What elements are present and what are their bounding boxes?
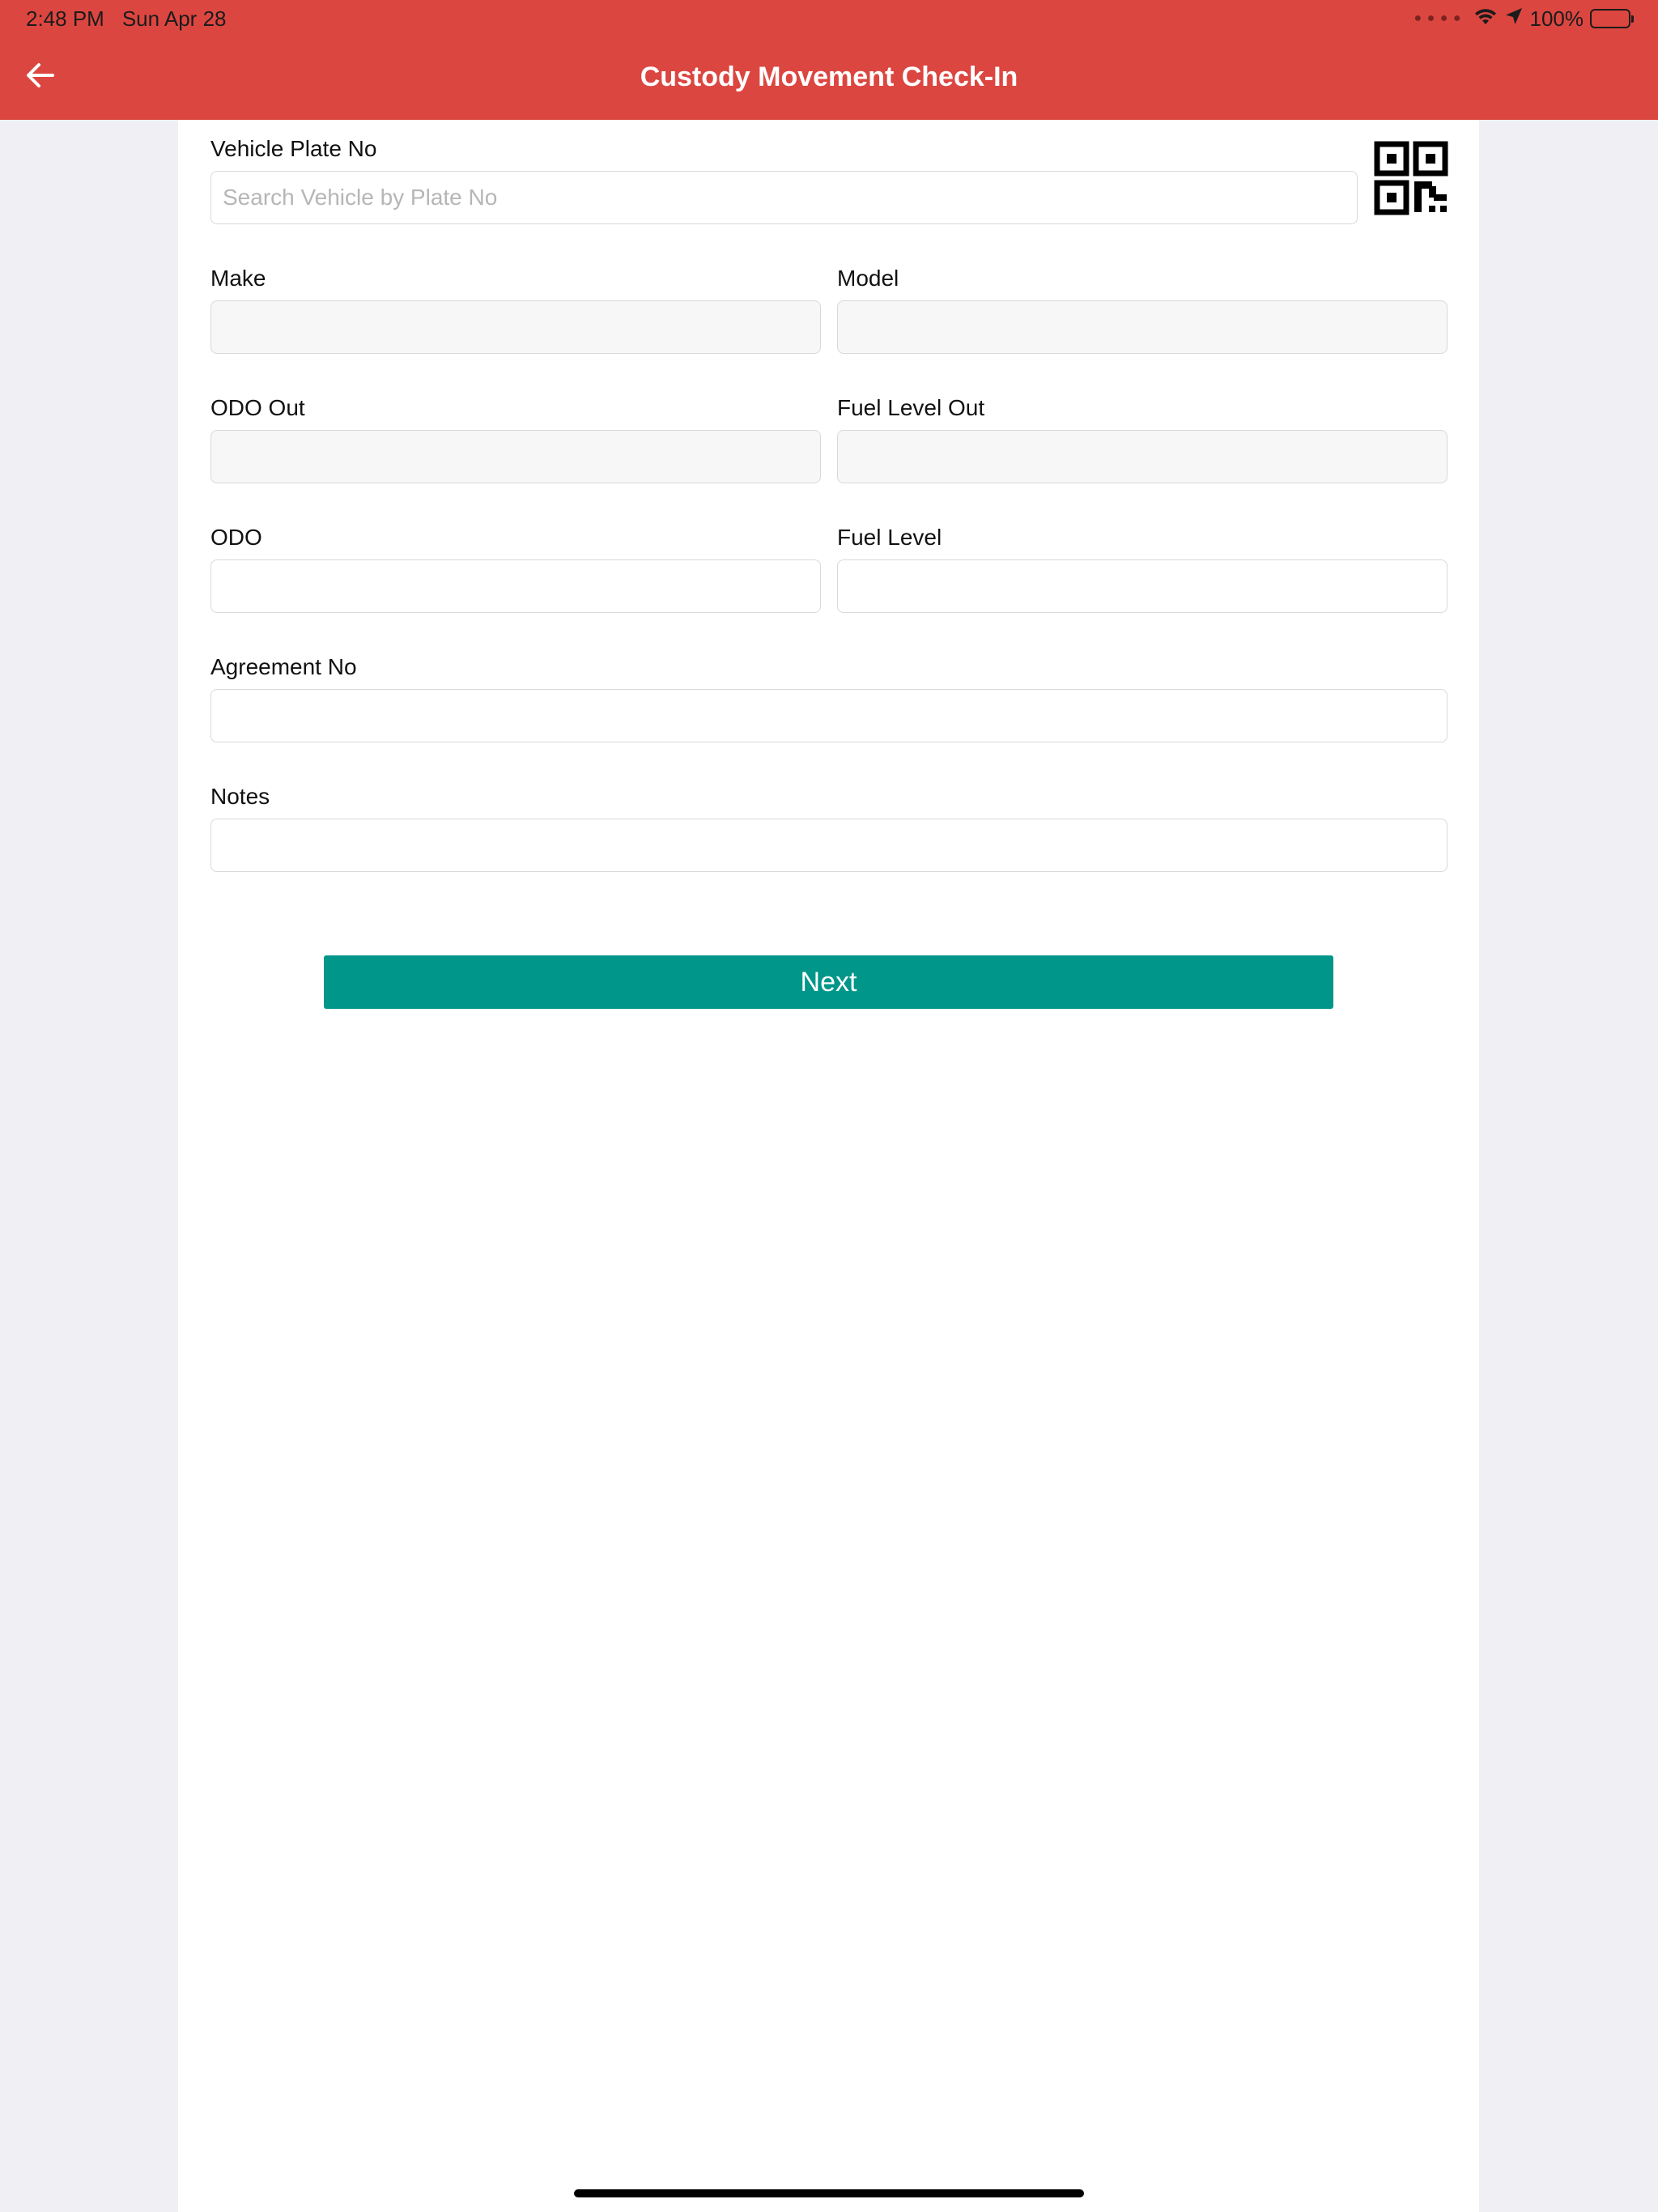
battery-icon: [1590, 9, 1634, 28]
page-title: Custody Movement Check-In: [640, 62, 1018, 92]
wifi-icon: [1473, 6, 1498, 32]
model-field[interactable]: [837, 300, 1448, 354]
next-button[interactable]: Next: [324, 955, 1333, 1009]
make-field[interactable]: [210, 300, 821, 354]
fuel-level-field[interactable]: [837, 559, 1448, 613]
status-bar: 2:48 PM Sun Apr 28 ● ● ● ● 100%: [0, 0, 1658, 39]
qr-code-icon: [1374, 141, 1448, 219]
odo-field[interactable]: [210, 559, 821, 613]
status-time-date: 2:48 PM Sun Apr 28: [26, 6, 226, 32]
model-label: Model: [837, 266, 899, 291]
location-arrow-icon: [1504, 6, 1524, 32]
odo-out-field[interactable]: [210, 430, 821, 483]
status-time: 2:48 PM: [26, 6, 104, 31]
nav-bar: Custody Movement Check-In: [0, 39, 1658, 120]
make-label: Make: [210, 266, 266, 291]
status-date: Sun Apr 28: [121, 6, 227, 31]
vehicle-plate-label: Vehicle Plate No: [210, 136, 377, 161]
agreement-no-label: Agreement No: [210, 654, 357, 679]
odo-out-label: ODO Out: [210, 395, 305, 420]
notes-label: Notes: [210, 784, 270, 809]
form-container: Vehicle Plate No Make Model ODO Out Fu: [178, 120, 1479, 2212]
agreement-no-field[interactable]: [210, 689, 1448, 742]
fuel-level-out-label: Fuel Level Out: [837, 395, 985, 420]
notes-field[interactable]: [210, 819, 1448, 872]
fuel-level-label: Fuel Level: [837, 525, 942, 550]
odo-label: ODO: [210, 525, 262, 550]
battery-percent: 100%: [1529, 6, 1584, 31]
vehicle-plate-search-input[interactable]: [210, 171, 1358, 224]
cellular-signal-icon: ● ● ● ●: [1414, 11, 1462, 25]
qr-scan-button[interactable]: [1374, 141, 1448, 215]
fuel-level-out-field[interactable]: [837, 430, 1448, 483]
app-header: 2:48 PM Sun Apr 28 ● ● ● ● 100% Custody …: [0, 0, 1658, 120]
status-indicators: ● ● ● ● 100%: [1414, 5, 1634, 32]
home-indicator[interactable]: [574, 2189, 1084, 2197]
